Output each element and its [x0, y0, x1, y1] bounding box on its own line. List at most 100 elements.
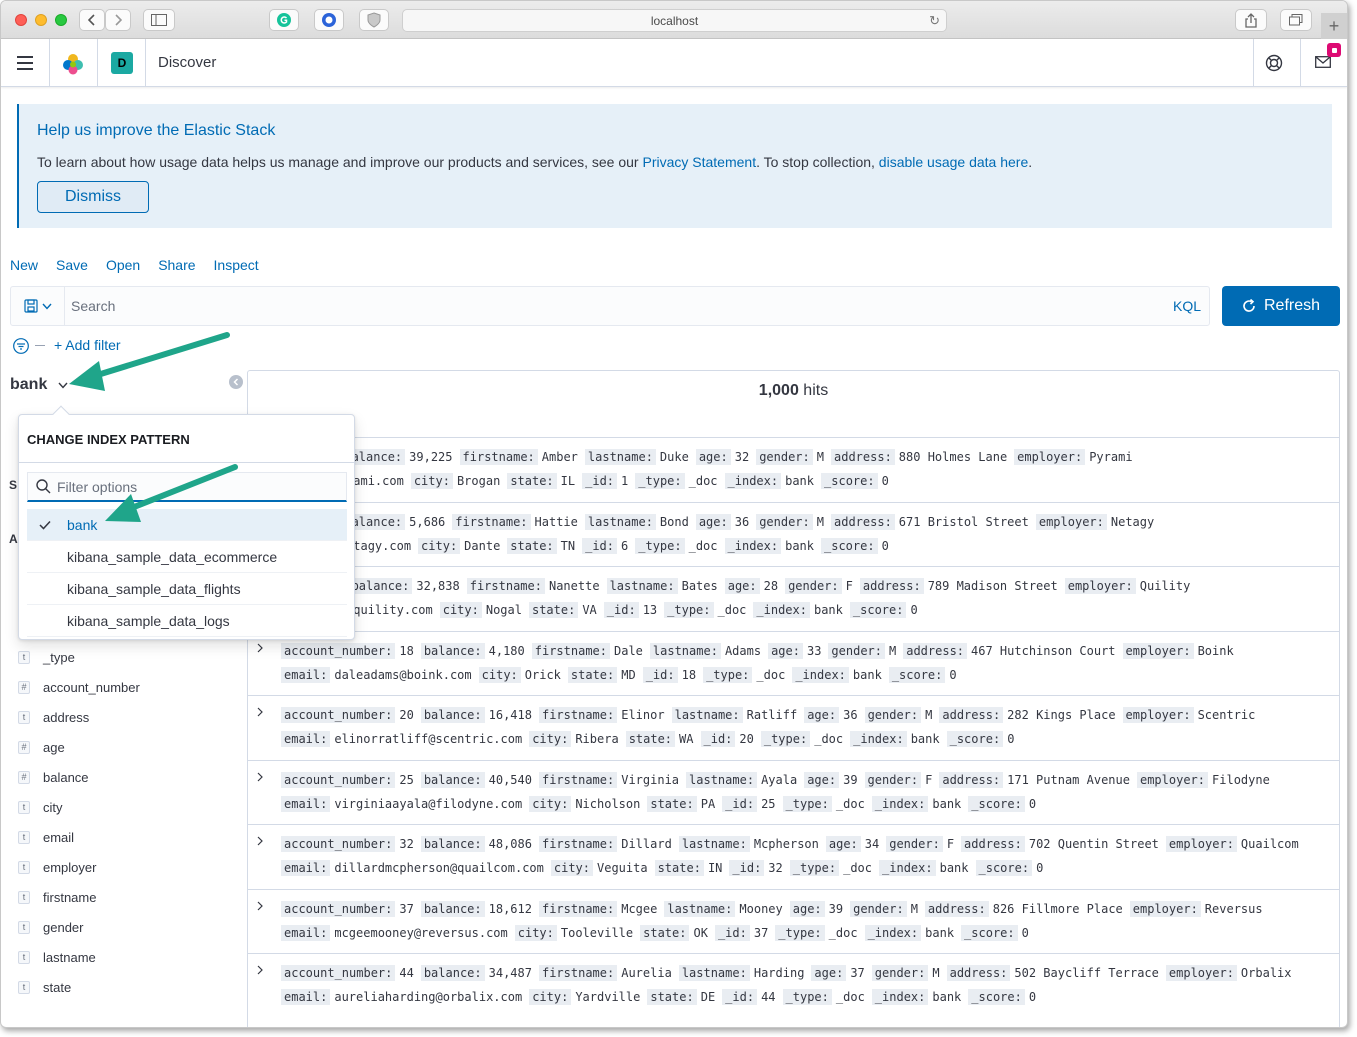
close-window-button[interactable]	[15, 14, 27, 26]
field-value: Amber	[541, 450, 578, 464]
field-item[interactable]: t employer	[18, 852, 140, 882]
field-item[interactable]: t address	[18, 702, 140, 732]
field-key: age:	[695, 449, 731, 465]
number-type-icon: #	[18, 740, 30, 754]
grammarly-extension-button[interactable]	[269, 9, 299, 31]
field-value: _doc	[843, 861, 873, 875]
field-value: 0	[949, 667, 957, 682]
field-value: Ribera	[575, 732, 619, 746]
index-pattern-option[interactable]: bank	[27, 509, 347, 541]
search-input[interactable]	[71, 287, 1151, 325]
sidebar-toggle-button[interactable]	[143, 9, 175, 31]
zoom-window-button[interactable]	[55, 14, 67, 26]
expand-row-icon[interactable]	[256, 704, 264, 717]
reload-icon[interactable]: ↻	[929, 13, 940, 29]
save-link[interactable]: Save	[56, 257, 88, 273]
option-label: kibana_sample_data_logs	[67, 612, 230, 629]
field-key: age:	[724, 578, 760, 594]
telemetry-callout: Help us improve the Elastic Stack To lea…	[17, 104, 1332, 228]
field-value: MD	[621, 667, 636, 682]
back-button[interactable]	[79, 9, 105, 31]
field-key: balance:	[420, 707, 485, 723]
table-row[interactable]: mber:1balance:39,225firstname:Amberlastn…	[248, 437, 1339, 502]
table-row[interactable]: mber:13balance:32,838firstname:Nanettela…	[248, 566, 1339, 631]
disable-usage-link[interactable]: disable usage data here	[879, 154, 1028, 170]
extension-button[interactable]	[314, 9, 344, 31]
tabs-icon	[1289, 14, 1303, 26]
chevron-down-icon[interactable]	[58, 382, 68, 389]
filter-options-field[interactable]	[27, 472, 347, 502]
expand-row-icon[interactable]	[256, 962, 264, 975]
expand-row-icon[interactable]	[256, 833, 264, 846]
privacy-statement-link[interactable]: Privacy Statement	[642, 154, 756, 170]
newsfeed-mail-icon[interactable]	[1315, 56, 1331, 68]
field-key: employer:	[1014, 449, 1086, 465]
field-key: email:	[281, 989, 331, 1005]
field-item[interactable]: # account_number	[18, 672, 140, 702]
field-item[interactable]: t email	[18, 822, 140, 852]
field-item[interactable]: t state	[18, 972, 140, 1002]
field-item[interactable]: t firstname	[18, 882, 140, 912]
browser-window: localhost ↻ + D Discover Help us improve…	[0, 0, 1348, 1028]
doc-source-line: erduke@pyrami.comcity:Broganstate:IL_id:…	[281, 473, 896, 489]
field-value: Elinor	[621, 708, 665, 722]
field-key: gender:	[864, 771, 922, 788]
expand-row-icon[interactable]	[256, 769, 264, 781]
table-row[interactable]: mber:6balance:5,686firstname:Hattielastn…	[248, 501, 1339, 567]
share-link[interactable]: Share	[158, 257, 195, 273]
forward-button[interactable]	[105, 9, 131, 31]
expand-row-icon[interactable]	[256, 898, 264, 910]
divider	[19, 462, 354, 463]
index-pattern-option[interactable]: kibana_sample_data_logs	[27, 605, 347, 637]
collapse-sidebar-icon[interactable]	[229, 375, 243, 389]
expand-row-icon[interactable]	[256, 640, 264, 652]
index-pattern-option[interactable]: kibana_sample_data_flights	[27, 573, 347, 605]
filter-menu-icon[interactable]	[12, 338, 30, 354]
field-item[interactable]: # age	[18, 732, 140, 762]
field-key: gender:	[756, 449, 813, 465]
kql-language-toggle[interactable]: KQL	[1173, 298, 1201, 314]
privacy-extension-button[interactable]	[359, 9, 389, 31]
space-avatar[interactable]: D	[111, 52, 133, 74]
field-value: mcgeemooney@reversus.com	[334, 925, 508, 940]
table-row[interactable]: account_number: 18 balance: 4,180 firstname:…	[248, 630, 1339, 696]
menu-icon[interactable]	[17, 56, 33, 70]
elastic-logo-icon[interactable]	[62, 53, 84, 75]
field-value: 0	[881, 474, 889, 488]
field-item[interactable]: t city	[18, 792, 140, 822]
index-pattern-option[interactable]: kibana_sample_data_ecommerce	[27, 541, 347, 573]
inspect-link[interactable]: Inspect	[214, 257, 259, 273]
table-row[interactable]: account_number: 25 balance: 40,540 firstname…	[248, 759, 1339, 825]
table-row[interactable]: account_number: 37 balance: 18,612 firstname…	[248, 888, 1339, 954]
help-icon[interactable]	[1265, 54, 1283, 72]
saved-query-button[interactable]	[11, 287, 65, 325]
new-tab-button[interactable]: +	[1321, 13, 1347, 39]
field-key: _score:	[888, 666, 946, 683]
open-link[interactable]: Open	[106, 257, 140, 273]
field-value: IN	[707, 861, 723, 875]
table-row[interactable]: account_number: 32 balance: 48,086 firstname…	[248, 824, 1339, 889]
header-divider	[97, 39, 98, 87]
field-key: gender:	[871, 965, 929, 981]
field-name: gender	[43, 919, 84, 935]
field-item[interactable]: t lastname	[18, 942, 140, 972]
index-pattern-title[interactable]: bank	[10, 376, 47, 394]
tabs-overview-button[interactable]	[1280, 9, 1312, 31]
table-row[interactable]: account_number: 20 balance: 16,418 firstname…	[248, 695, 1339, 760]
new-link[interactable]: New	[10, 257, 38, 273]
table-row[interactable]: account_number: 44 balance: 34,487 firstname…	[248, 953, 1339, 1018]
field-value: 36	[734, 514, 750, 529]
field-item[interactable]: t _type	[18, 642, 140, 672]
field-key: _index:	[792, 666, 849, 683]
add-filter-button[interactable]: + Add filter	[54, 337, 121, 353]
field-item[interactable]: t gender	[18, 912, 140, 942]
field-name: employer	[43, 859, 97, 875]
field-item[interactable]: # balance	[18, 762, 140, 792]
filter-options-input[interactable]	[57, 478, 337, 495]
address-bar[interactable]: localhost ↻	[402, 9, 947, 32]
field-value: bank	[852, 667, 882, 682]
share-button[interactable]	[1235, 9, 1267, 31]
dismiss-button[interactable]: Dismiss	[37, 181, 149, 213]
minimize-window-button[interactable]	[35, 14, 47, 26]
refresh-button[interactable]: Refresh	[1222, 286, 1340, 326]
